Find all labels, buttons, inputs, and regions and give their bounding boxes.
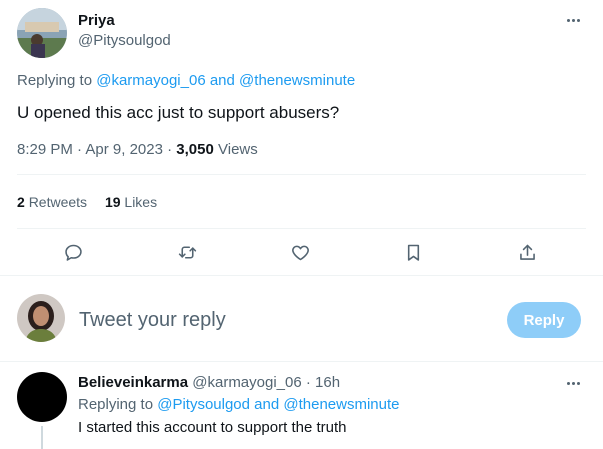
replying-and: and	[209, 72, 235, 89]
retweets-stat[interactable]: 2 Retweets	[17, 194, 91, 210]
thread-line	[41, 426, 43, 449]
replying-and: and	[254, 396, 280, 413]
share-icon[interactable]	[515, 240, 539, 264]
like-icon[interactable]	[288, 240, 312, 264]
reply-time[interactable]: 16h	[315, 374, 340, 391]
likes-label: Likes	[124, 194, 158, 210]
divider	[17, 174, 586, 175]
reply-header: Believeinkarma @karmayogi_06 · 16h	[78, 374, 340, 391]
tweet-time[interactable]: 8:29 PM	[17, 141, 73, 158]
divider	[17, 228, 586, 229]
replying-to-link-2[interactable]: @thenewsminute	[283, 396, 399, 413]
retweets-label: Retweets	[28, 194, 88, 210]
retweet-icon[interactable]	[175, 240, 199, 264]
reply-button[interactable]: Reply	[507, 302, 581, 338]
reply-author-avatar[interactable]	[17, 372, 67, 422]
meta-separator: ·	[167, 141, 173, 158]
replying-to-label: Replying to	[78, 396, 154, 413]
reply-replying-to-line: Replying to @Pitysoulgod and @thenewsmin…	[78, 396, 400, 413]
replying-to-link-1[interactable]: @Pitysoulgod	[157, 396, 250, 413]
tweet-text: U opened this acc just to support abuser…	[17, 103, 340, 122]
user-avatar[interactable]	[17, 294, 65, 342]
views-count: 3,050	[176, 141, 214, 158]
more-options-icon[interactable]	[563, 10, 583, 30]
tweet-date[interactable]: Apr 9, 2023	[85, 141, 163, 158]
likes-count: 19	[104, 194, 121, 210]
replying-to-label: Replying to	[17, 72, 93, 89]
divider	[0, 275, 603, 276]
replying-to-link-2[interactable]: @thenewsminute	[239, 72, 355, 89]
author-name[interactable]: Priya	[78, 12, 115, 29]
tweet-meta: 8:29 PM · Apr 9, 2023 · 3,050 Views	[17, 141, 258, 158]
reply-author-name[interactable]: Believeinkarma	[78, 374, 188, 391]
views-label: Views	[218, 141, 258, 158]
author-handle[interactable]: @Pitysoulgod	[78, 32, 171, 49]
retweets-count: 2	[17, 194, 25, 210]
reply-separator: ·	[305, 374, 311, 391]
reply-text: I started this account to support the tr…	[78, 419, 347, 436]
meta-separator: ·	[77, 141, 83, 158]
reply-icon[interactable]	[61, 240, 85, 264]
replying-to-link-1[interactable]: @karmayogi_06	[96, 72, 205, 89]
divider	[0, 361, 603, 362]
reply-input[interactable]: Tweet your reply	[79, 309, 226, 332]
author-avatar[interactable]	[17, 8, 67, 58]
bookmark-icon[interactable]	[401, 240, 425, 264]
reply-author-handle[interactable]: @karmayogi_06	[192, 374, 301, 391]
replying-to-line: Replying to @karmayogi_06 and @thenewsmi…	[17, 72, 355, 89]
reply-more-options-icon[interactable]	[563, 373, 583, 393]
likes-stat[interactable]: 19 Likes	[105, 194, 157, 210]
stats-row: 2 Retweets 19 Likes	[17, 194, 157, 210]
